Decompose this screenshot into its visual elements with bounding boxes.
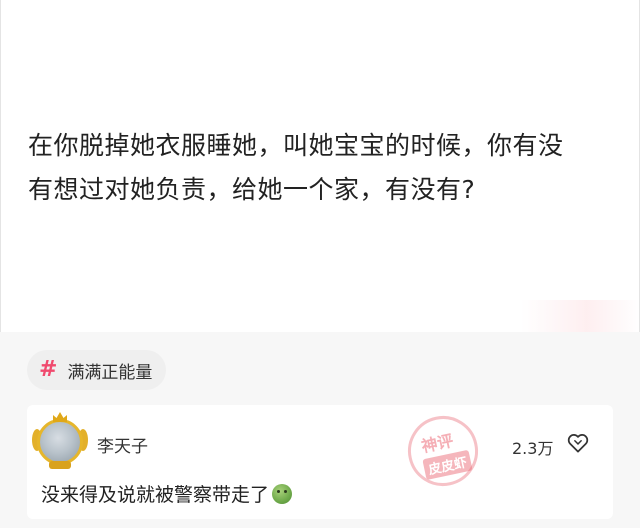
avatar-frame-base	[49, 461, 71, 469]
post-text-line-2: 有想过对她负责，给她一个家，有没有?	[28, 175, 476, 204]
decorative-smudge	[521, 300, 640, 336]
post-text: 在你脱掉她衣服睡她，叫她宝宝的时候，你有没 有想过对她负责，给她一个家，有没有?	[28, 124, 608, 212]
topic-label: 满满正能量	[67, 362, 153, 383]
post-card: 在你脱掉她衣服睡她，叫她宝宝的时候，你有没 有想过对她负责，给她一个家，有没有?	[0, 0, 640, 336]
crown-icon	[53, 412, 67, 422]
hashtag-icon: #	[39, 357, 58, 382]
comment-username[interactable]: 李天子	[97, 432, 148, 457]
comment-card: 李天子 2.3万 没来得及说就被警察带走了	[27, 405, 613, 519]
user-avatar[interactable]	[37, 419, 83, 465]
post-text-line-1: 在你脱掉她衣服睡她，叫她宝宝的时候，你有没	[28, 131, 564, 160]
topic-tag-button[interactable]: # 满满正能量	[27, 350, 167, 390]
heart-outline-icon[interactable]	[567, 433, 589, 453]
like-count: 2.3万	[512, 439, 554, 458]
nauseated-face-emoji-icon	[272, 484, 293, 504]
comment-text: 没来得及说就被警察带走了	[41, 480, 293, 507]
comment-text-content: 没来得及说就被警察带走了	[41, 484, 270, 506]
